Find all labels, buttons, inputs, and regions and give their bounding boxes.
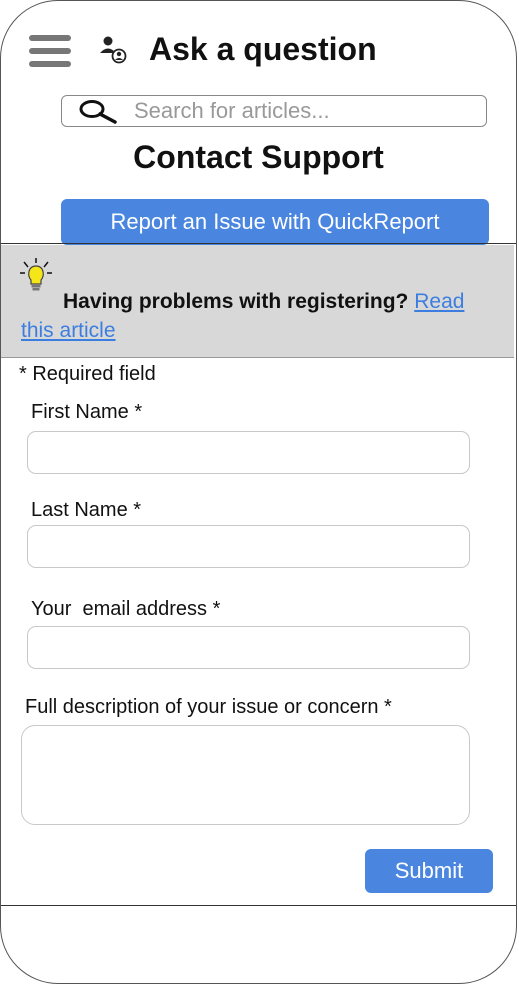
people-icon bbox=[100, 36, 127, 64]
search-bar[interactable] bbox=[61, 95, 487, 127]
bottom-divider bbox=[1, 905, 516, 906]
header: Ask a question Contact Support Report an… bbox=[1, 1, 516, 245]
search-icon bbox=[79, 100, 117, 124]
tip-lead: Having problems with registering? bbox=[63, 290, 409, 313]
last-name-label: Last Name * bbox=[31, 499, 142, 521]
email-label: Your email address * bbox=[31, 598, 221, 620]
tip-text: Having problems with registering? Read t… bbox=[21, 287, 501, 345]
submit-button[interactable]: Submit bbox=[365, 849, 493, 893]
report-issue-button[interactable]: Report an Issue with QuickReport bbox=[61, 199, 489, 245]
first-name-field[interactable] bbox=[27, 431, 470, 474]
last-name-field[interactable] bbox=[27, 525, 470, 568]
divider bbox=[1, 243, 516, 244]
hamburger-menu-icon[interactable] bbox=[29, 35, 71, 69]
first-name-label: First Name * bbox=[31, 401, 143, 423]
description-label: Full description of your issue or concer… bbox=[25, 696, 392, 718]
search-input[interactable] bbox=[134, 96, 474, 125]
description-field[interactable] bbox=[21, 725, 470, 825]
phone-frame: Ask a question Contact Support Report an… bbox=[0, 0, 517, 984]
section-title: Contact Support bbox=[133, 139, 384, 175]
required-note: * Required field bbox=[19, 363, 156, 385]
page-title: Ask a question bbox=[149, 31, 377, 67]
email-field[interactable] bbox=[27, 626, 470, 669]
